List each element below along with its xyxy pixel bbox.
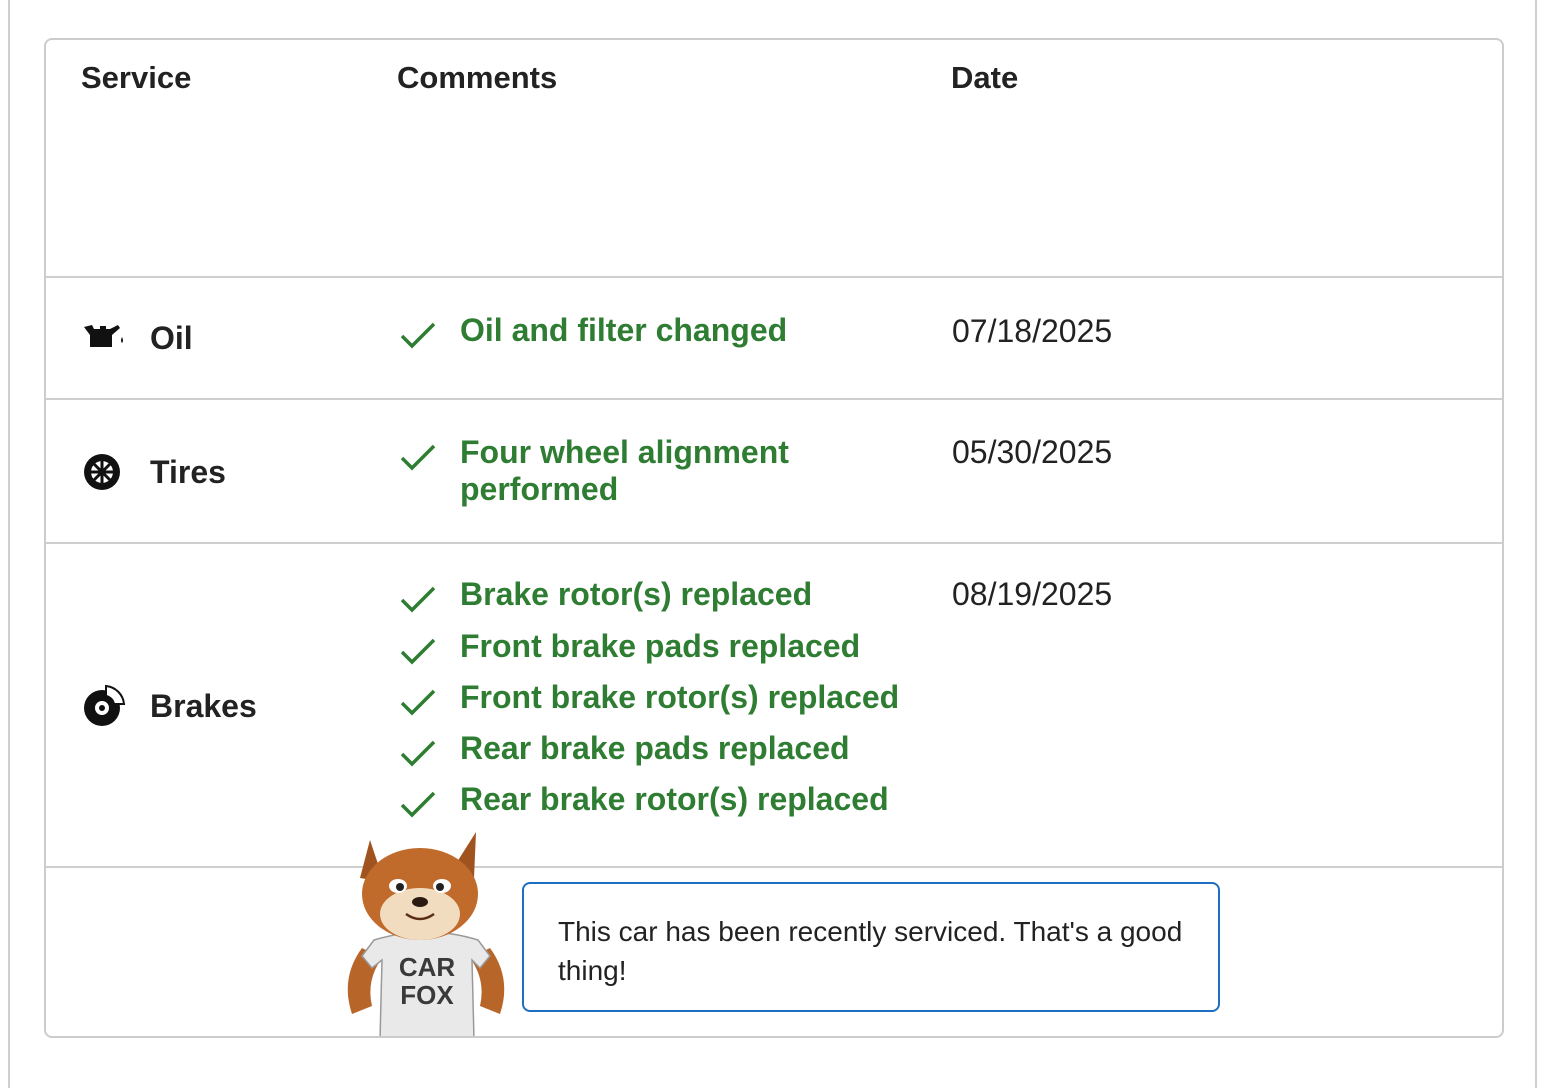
check-icon <box>398 434 460 474</box>
service-history-card: Service Comments Date Oil Oil and filter… <box>44 38 1504 1038</box>
callout-message: This car has been recently serviced. Tha… <box>558 916 1183 986</box>
service-label: Tires <box>150 453 226 490</box>
oil-can-icon <box>82 318 130 358</box>
comment-item: Rear brake pads replaced <box>398 730 918 770</box>
comment-item: Brake rotor(s) replaced <box>398 576 918 616</box>
row-divider <box>46 276 1502 278</box>
header-date: Date <box>951 60 1019 95</box>
comment-text: Front brake rotor(s) replaced <box>460 679 900 715</box>
carfox-mascot: CAR FOX <box>334 828 518 1036</box>
comment-item: Rear brake rotor(s) replaced <box>398 781 918 821</box>
right-frame-line <box>1535 0 1537 1088</box>
comment-text: Brake rotor(s) replaced <box>460 576 813 612</box>
brake-disc-icon <box>82 684 130 726</box>
service-cell-tires: Tires <box>82 452 226 492</box>
service-date: 05/30/2025 <box>952 434 1113 470</box>
comment-text: Four wheel alignment performed <box>460 434 789 507</box>
check-icon <box>398 679 460 719</box>
comment-text: Rear brake rotor(s) replaced <box>460 781 889 817</box>
row-divider <box>46 398 1502 400</box>
service-date: 08/19/2025 <box>952 576 1113 612</box>
comment-item: Oil and filter changed <box>398 312 918 352</box>
row-divider <box>46 866 1502 868</box>
service-label: Brakes <box>150 687 257 724</box>
tire-icon <box>82 452 130 492</box>
row-divider <box>46 542 1502 544</box>
comment-text: Front brake pads replaced <box>460 628 861 664</box>
comment-item: Front brake pads replaced <box>398 628 918 668</box>
service-label: Oil <box>150 319 193 356</box>
left-frame-line <box>8 0 10 1088</box>
comment-text: Oil and filter changed <box>460 312 788 348</box>
check-icon <box>398 781 460 821</box>
check-icon <box>398 312 460 352</box>
header-comments: Comments <box>397 60 558 95</box>
comment-text: Rear brake pads replaced <box>460 730 850 766</box>
service-date: 07/18/2025 <box>952 313 1113 349</box>
comment-item: Front brake rotor(s) replaced <box>398 679 918 719</box>
check-icon <box>398 628 460 668</box>
service-callout-bubble: This car has been recently serviced. Tha… <box>522 882 1220 1012</box>
service-cell-brakes: Brakes <box>82 684 257 726</box>
comment-item: Four wheel alignment performed <box>398 434 918 508</box>
svg-text:FOX: FOX <box>400 980 454 1010</box>
check-icon <box>398 730 460 770</box>
check-icon <box>398 576 460 616</box>
service-cell-oil: Oil <box>82 318 193 358</box>
svg-text:CAR: CAR <box>399 952 456 982</box>
header-service: Service <box>81 60 192 95</box>
